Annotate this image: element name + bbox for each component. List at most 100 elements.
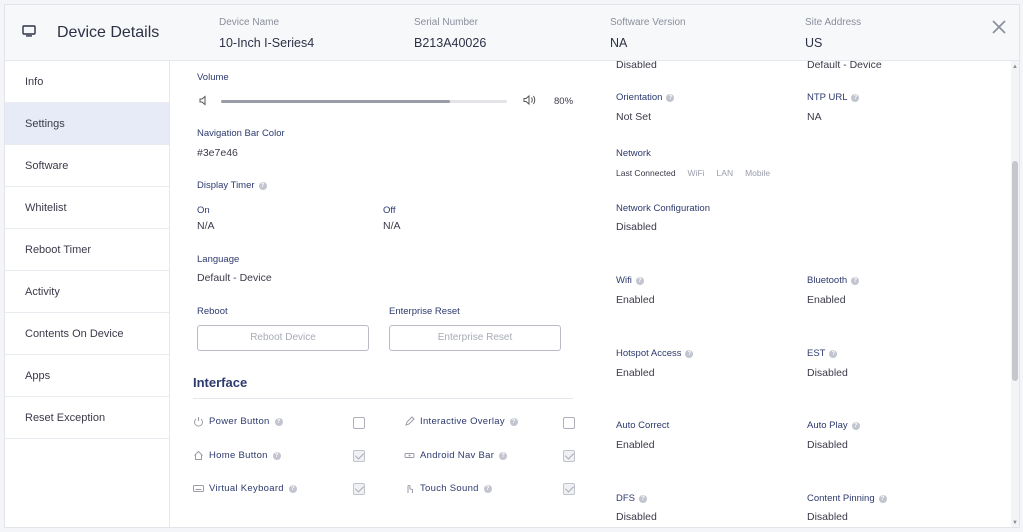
network-config-value: Disabled	[616, 221, 657, 233]
volume-low-icon	[199, 95, 206, 106]
interface-title: Interface	[193, 375, 248, 390]
help-icon[interactable]: ?	[639, 494, 647, 503]
wifi-value: Enabled	[616, 294, 655, 306]
settings-content: Volume 80% Navigation Bar Color #3e7e46 …	[171, 61, 1011, 527]
header: Device Details Device Name 10-Inch I-Ser…	[5, 5, 1019, 61]
nav-bar-color-label: Navigation Bar Color	[197, 128, 285, 139]
sidebar-item-settings[interactable]: Settings	[5, 103, 169, 145]
sidebar-item-activity[interactable]: Activity	[5, 271, 169, 313]
volume-slider-fill	[221, 100, 450, 103]
auto-correct-value: Enabled	[616, 439, 655, 451]
interface-divider	[193, 398, 573, 399]
wifi-label: Wifi?	[616, 275, 644, 286]
tab-mobile[interactable]: Mobile	[745, 168, 770, 178]
hotspot-label: Hotspot Access?	[616, 348, 694, 359]
device-details-window: Device Details Device Name 10-Inch I-Ser…	[4, 4, 1020, 528]
scroll-up-icon[interactable]: ▲	[1011, 63, 1019, 71]
help-icon[interactable]: ?	[666, 93, 675, 102]
keyboard-icon	[193, 485, 204, 492]
bluetooth-label: Bluetooth?	[807, 275, 860, 286]
volume-value: 80%	[554, 96, 574, 107]
network-label: Network	[616, 148, 651, 159]
sidebar-item-contents-on-device[interactable]: Contents On Device	[5, 313, 169, 355]
network-tabs: Last Connected WiFi LAN Mobile	[616, 168, 770, 178]
orientation-value: Not Set	[616, 111, 652, 123]
scroll-down-icon[interactable]: ▼	[1011, 519, 1019, 527]
scroll-thumb[interactable]	[1012, 161, 1018, 381]
power-button-checkbox[interactable]	[353, 417, 365, 429]
sidebar-item-software[interactable]: Software	[5, 145, 169, 187]
virtual-keyboard-row: Virtual Keyboard?	[193, 483, 297, 494]
reboot-device-button[interactable]: Reboot Device	[197, 325, 369, 351]
auto-play-label: Auto Play?	[807, 420, 860, 431]
help-icon[interactable]: ?	[878, 494, 887, 503]
help-icon[interactable]: ?	[272, 451, 281, 460]
help-icon[interactable]: ?	[851, 93, 860, 102]
page-title: Device Details	[57, 24, 160, 41]
content-pinning-value: Disabled	[807, 511, 848, 523]
monitor-icon	[22, 25, 36, 37]
help-icon[interactable]: ?	[288, 484, 297, 493]
display-timer-off-value: N/A	[383, 220, 401, 232]
display-timer-label: Display Timer?	[197, 180, 267, 191]
display-timer-on-label: On	[197, 205, 210, 216]
home-button-checkbox[interactable]	[353, 450, 365, 462]
volume-high-icon	[523, 94, 536, 106]
home-button-row: Home Button?	[193, 450, 281, 461]
auto-play-value: Disabled	[807, 439, 848, 451]
help-icon[interactable]: ?	[499, 451, 508, 460]
reboot-label: Reboot	[197, 306, 228, 317]
enterprise-reset-button[interactable]: Enterprise Reset	[389, 325, 561, 351]
network-config-label: Network Configuration	[616, 203, 710, 214]
tab-lan[interactable]: LAN	[717, 168, 734, 178]
orientation-label: Orientation?	[616, 92, 675, 103]
help-icon[interactable]: ?	[829, 349, 838, 358]
hotspot-value: Enabled	[616, 367, 655, 379]
sidebar-item-whitelist[interactable]: Whitelist	[5, 187, 169, 229]
help-icon[interactable]: ?	[851, 276, 860, 285]
dfs-label: DFS?	[616, 493, 647, 504]
help-icon[interactable]: ?	[685, 349, 694, 358]
close-icon[interactable]	[991, 19, 1007, 35]
power-button-row: Power Button?	[193, 416, 283, 427]
sidebar-item-info[interactable]: Info	[5, 61, 169, 103]
scrollbar[interactable]: ▲ ▼	[1011, 61, 1019, 527]
touch-sound-checkbox[interactable]	[563, 483, 575, 495]
interactive-overlay-checkbox[interactable]	[563, 417, 575, 429]
ntp-url-label: NTP URL?	[807, 92, 860, 103]
est-value: Disabled	[807, 367, 848, 379]
sidebar-item-reset-exception[interactable]: Reset Exception	[5, 397, 169, 439]
software-version-field: Software Version NA	[610, 17, 686, 50]
serial-number-field: Serial Number B213A40026	[414, 17, 487, 50]
tab-last-connected[interactable]: Last Connected	[616, 168, 676, 178]
volume-label: Volume	[197, 72, 229, 83]
ntp-url-value: NA	[807, 111, 822, 123]
language-value: Default - Device	[197, 272, 272, 284]
android-nav-bar-row: Android Nav Bar?	[404, 450, 508, 461]
interactive-overlay-row: Interactive Overlay?	[404, 416, 518, 427]
volume-slider[interactable]	[221, 100, 507, 103]
bluetooth-value: Enabled	[807, 294, 846, 306]
dfs-value: Disabled	[616, 511, 657, 523]
sidebar-item-apps[interactable]: Apps	[5, 355, 169, 397]
enterprise-reset-label: Enterprise Reset	[389, 306, 460, 317]
sidebar-item-reboot-timer[interactable]: Reboot Timer	[5, 229, 169, 271]
help-icon[interactable]: ?	[509, 417, 518, 426]
virtual-keyboard-checkbox[interactable]	[353, 483, 365, 495]
tab-wifi[interactable]: WiFi	[688, 168, 705, 178]
power-icon	[194, 417, 203, 427]
home-icon	[194, 450, 203, 460]
help-icon[interactable]: ?	[635, 276, 644, 285]
android-nav-bar-checkbox[interactable]	[563, 450, 575, 462]
auto-correct-label: Auto Correct	[616, 420, 670, 431]
site-address-field: Site Address US	[805, 17, 862, 50]
pencil-icon	[405, 416, 415, 426]
display-timer-off-label: Off	[383, 205, 396, 216]
nav-bar-color-value: #3e7e46	[197, 147, 238, 159]
help-icon[interactable]: ?	[274, 417, 283, 426]
touch-icon	[407, 485, 413, 493]
help-icon[interactable]: ?	[258, 181, 267, 190]
language-label: Language	[197, 254, 240, 265]
help-icon[interactable]: ?	[483, 484, 492, 493]
help-icon[interactable]: ?	[851, 421, 860, 430]
